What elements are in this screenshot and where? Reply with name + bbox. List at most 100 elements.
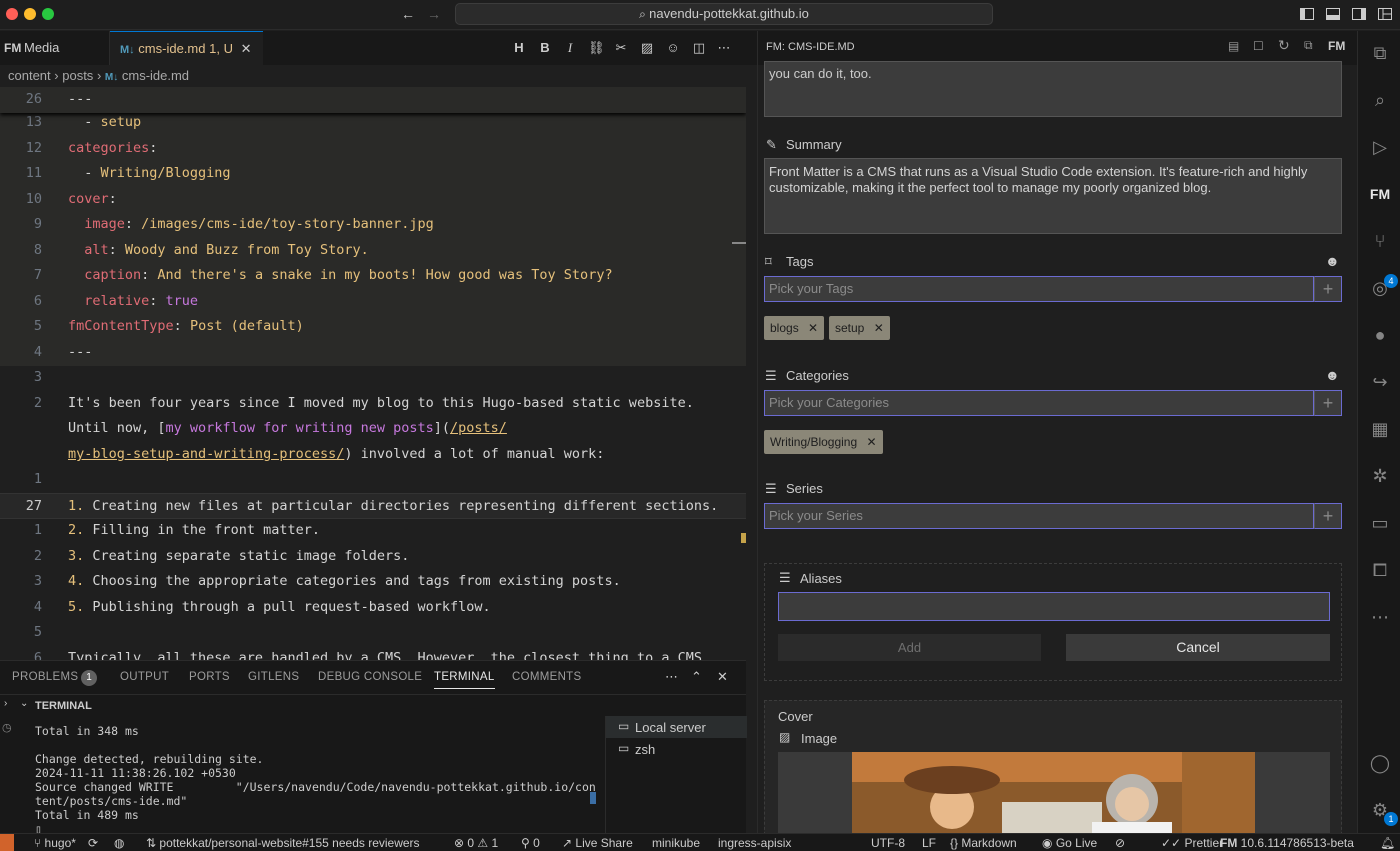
breadcrumb-item-content[interactable]: content [8,68,51,83]
terminal-list-item[interactable]: ▭ Local server [606,716,747,738]
run-debug-icon[interactable]: ▷ [1368,135,1392,159]
branch-status[interactable]: ⑂ hugo* [34,836,76,850]
add-category-button[interactable]: + [1314,390,1342,416]
categories-input[interactable]: Pick your Categories [764,390,1314,416]
cut-icon[interactable]: ✂ [613,40,629,56]
markdown-link-text[interactable]: my workflow for writing new posts [166,420,434,436]
tags-input[interactable]: Pick your Tags [764,276,1314,302]
tab-cms-ide[interactable]: M↓ cms-ide.md 1, U ✕ [110,31,263,65]
more-views-icon[interactable]: ⋯ [1368,605,1392,629]
tab-comments[interactable]: COMMENTS [512,671,581,683]
remote-indicator[interactable] [0,834,14,851]
remote-explorer-icon[interactable]: ↪ [1368,370,1392,394]
terminal-output[interactable]: Total in 348 ms Change detected, rebuild… [35,724,596,836]
add-alias-button[interactable]: Add [778,634,1041,661]
tab-gitlens[interactable]: GITLENS [248,671,299,683]
tab-output[interactable]: OUTPUT [120,671,169,683]
front-matter-icon[interactable]: FM [1328,39,1345,53]
refresh-icon[interactable]: ↻ [1278,37,1290,54]
italic-icon[interactable]: I [562,40,578,56]
front-matter-panel: FM: CMS-IDE.MD ▤ ☐ ↻ ⧉ FM you can do it,… [757,31,1357,833]
extensions-icon[interactable]: ⧠ [1368,558,1392,582]
front-matter-icon[interactable]: FM [1368,182,1392,206]
source-control-icon[interactable]: ⑂ [1368,229,1392,253]
maximize-window-button[interactable] [42,8,54,20]
encoding-status[interactable]: UTF-8 [871,836,905,850]
pull-request-status[interactable]: ⇅ pottekkat/personal-website#155 needs r… [146,836,420,850]
tab-ports[interactable]: PORTS [189,671,230,683]
live-share-status[interactable]: ↗ Live Share [562,836,633,850]
remove-tag-icon[interactable]: ✕ [808,321,818,335]
description-textarea[interactable]: you can do it, too. [764,61,1342,117]
chevron-right-icon[interactable]: › [4,698,7,709]
forward-arrow-icon[interactable]: → [426,6,442,22]
remove-tag-icon[interactable]: ✕ [874,321,884,335]
kubernetes-icon[interactable]: ✲ [1368,464,1392,488]
minikube-status[interactable]: minikube [652,836,700,850]
preview-icon[interactable]: ▤ [1228,39,1239,53]
toggle-primary-sidebar-icon[interactable] [1299,6,1315,22]
close-tab-icon[interactable]: ✕ [241,41,252,56]
split-editor-icon[interactable]: ◫ [691,40,707,56]
code-editor[interactable]: 26 --- 13 - setup 12 categories: 11 - Wr… [0,87,746,660]
eol-status[interactable]: LF [922,836,936,850]
command-center-search[interactable]: ⌕ navendu-pottekkat.github.io [455,3,993,25]
toggle-secondary-sidebar-icon[interactable] [1351,6,1367,22]
language-status[interactable]: {} Markdown [950,836,1017,850]
image-icon[interactable]: ▨ [639,40,655,56]
more-actions-icon[interactable]: ⋯ [716,40,732,56]
breadcrumb-item-file[interactable]: cms-ide.md [122,68,189,83]
gitlens-icon[interactable]: ◎ [1368,276,1392,300]
tab-debug-console[interactable]: DEBUG CONSOLE [318,671,422,683]
back-arrow-icon[interactable]: ← [400,6,416,22]
more-actions-icon[interactable]: ⋯ [665,669,678,685]
copilot-disabled-icon[interactable]: ⊘ [1115,836,1125,850]
customize-layout-icon[interactable] [1377,6,1393,22]
tab-terminal[interactable]: TERMINAL [434,671,495,689]
remove-category-icon[interactable]: ✕ [867,435,877,449]
chat-icon[interactable]: ☐ [1253,39,1264,53]
breadcrumb-item-posts[interactable]: posts [62,68,93,83]
collapse-icon[interactable]: ⧉ [1304,38,1313,53]
series-input[interactable]: Pick your Series [764,503,1314,529]
ai-copilot-icon[interactable]: ☻ [1325,367,1340,383]
terminal-list-item[interactable]: ▭ zsh [606,738,747,760]
ai-copilot-icon[interactable]: ☻ [1325,253,1340,269]
summary-textarea[interactable]: Front Matter is a CMS that runs as a Vis… [764,158,1342,234]
search-icon[interactable]: ⌕ [1368,88,1392,112]
sync-icon[interactable]: ⟳ [88,836,98,850]
markdown-link-url[interactable]: /posts/ [450,420,507,436]
close-window-button[interactable] [6,8,18,20]
notifications-bell-icon[interactable]: 🔔︎ [1380,836,1395,850]
bold-icon[interactable]: B [537,40,553,56]
account-icon[interactable]: ◯ [1368,751,1392,775]
minimize-window-button[interactable] [24,8,36,20]
maximize-panel-icon[interactable]: ⌃ [691,669,702,685]
github-icon[interactable]: ● [1368,323,1392,347]
front-matter-status[interactable]: FM 10.6.114786513-beta [1220,836,1354,850]
docker-icon[interactable]: ▦ [1368,417,1392,441]
cover-image-frame[interactable] [778,752,1330,833]
tab-problems[interactable]: PROBLEMS [12,671,78,683]
tab-media[interactable]: FM Media [0,31,110,65]
aliases-input[interactable] [778,592,1330,621]
remote-window-icon[interactable]: ▭ [1368,511,1392,535]
add-series-button[interactable]: + [1314,503,1342,529]
ports-status[interactable]: ⚲ 0 [521,836,540,850]
close-panel-icon[interactable]: ✕ [717,669,728,685]
problems-status[interactable]: ⊗ 0 ⚠ 1 [454,836,498,850]
gitlens-status-icon[interactable]: ◍ [114,836,124,850]
toggle-panel-icon[interactable] [1325,6,1341,22]
emoji-icon[interactable]: ☺ [665,40,681,56]
cancel-alias-button[interactable]: Cancel [1066,634,1330,661]
explorer-icon[interactable]: ⧉ [1368,41,1392,65]
go-live-status[interactable]: ◉ Go Live [1042,836,1097,850]
ingress-status[interactable]: ingress-apisix [718,836,791,850]
heading-icon[interactable]: H [511,40,527,56]
prettier-status[interactable]: ✓✓ Prettier [1161,836,1223,850]
editor-scrollbar[interactable] [733,87,746,660]
terminal-section-header[interactable]: › ⌄ TERMINAL [0,694,746,716]
add-tag-button[interactable]: + [1314,276,1342,302]
link-icon[interactable]: ⛓ [588,40,605,56]
markdown-link-url[interactable]: my-blog-setup-and-writing-process/ [68,446,344,462]
